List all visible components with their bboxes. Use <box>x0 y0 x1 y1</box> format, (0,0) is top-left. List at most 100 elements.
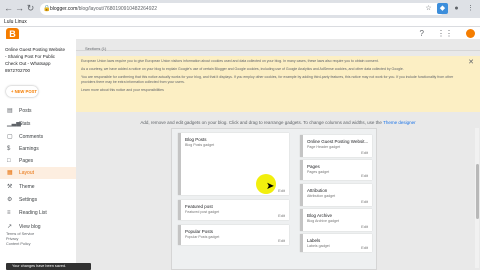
gadget-title: Attribution <box>307 188 328 193</box>
gadget-labels[interactable]: Labels Labels gadget Edit <box>300 234 372 252</box>
bookmark-item[interactable]: Lulu Linux <box>4 19 27 25</box>
gadget-title: Labels <box>307 238 321 243</box>
sidebar-item-label: Comments <box>19 134 44 140</box>
comments-icon: ▢ <box>7 134 13 140</box>
sidebar-item-reading-list[interactable]: ≡ Reading List <box>0 207 76 219</box>
cookie-text: European Union laws require you to give … <box>81 59 379 63</box>
new-post-button[interactable]: + NEW POST <box>6 86 38 97</box>
blog-title-line: Check Out - Whatsapp <box>5 61 51 66</box>
footer-link-content-policy[interactable]: Content Policy <box>6 242 30 246</box>
gadget-edit-link[interactable]: Edit <box>361 224 368 229</box>
reading-list-icon: ≡ <box>7 210 11 216</box>
posts-icon: ▤ <box>7 108 13 114</box>
gadget-title: Blog Posts <box>185 137 207 142</box>
scrollbar-thumb[interactable] <box>476 164 479 219</box>
back-icon[interactable]: ← <box>3 3 14 14</box>
new-post-label: NEW POST <box>14 89 37 94</box>
forward-icon[interactable]: → <box>14 3 25 14</box>
gadget-popular-posts[interactable]: Popular Posts Popular Posts gadget Edit <box>178 225 289 245</box>
gadget-title: Blog Archive <box>307 213 333 218</box>
gadget-edit-link[interactable]: Edit <box>278 188 285 193</box>
blog-title-line: - Sharing Post For Public <box>5 54 56 59</box>
gadget-online-guest-posting-websit[interactable]: Online Guest Posting Websit... Page Heade… <box>300 135 372 157</box>
bookmarks-bar: Lulu Linux <box>0 18 480 27</box>
menu-icon[interactable]: ⋮ <box>465 3 476 14</box>
gadget-title: Pages <box>307 164 320 169</box>
url-host: blogger.com <box>50 6 78 12</box>
cookie-notice: European Union laws require you to give … <box>76 56 480 112</box>
sidebar-item-label: View blog <box>19 224 41 230</box>
pages-icon: □ <box>7 158 11 164</box>
earnings-icon: $ <box>7 146 11 152</box>
avatar[interactable] <box>466 29 475 38</box>
close-icon[interactable]: ✕ <box>468 59 474 66</box>
address-bar[interactable]: 🔒 blogger.com/blog/layout/76801909104822… <box>40 3 445 15</box>
footer-link-terms[interactable]: Terms of Service <box>6 232 34 236</box>
sidebar-item-comments[interactable]: ▢ Comments <box>0 131 76 143</box>
layout-icon: ▦ <box>7 170 13 176</box>
sidebar-item-label: Theme <box>19 184 35 190</box>
settings-icon: ⚙ <box>7 197 13 203</box>
cookie-text: You are responsible for confirming that … <box>81 75 454 84</box>
sidebar-item-label: Pages <box>19 158 34 164</box>
help-icon[interactable]: ? <box>420 29 424 38</box>
main-header <box>76 39 480 51</box>
sidebar-item-label: Reading List <box>19 210 47 216</box>
footer-link-privacy[interactable]: Privacy <box>6 237 18 241</box>
gadget-subtitle: Page Header gadget <box>307 145 341 149</box>
url-path: /blog/layout/7680190910482264922 <box>77 6 158 12</box>
gadget-subtitle: Blog Archive gadget <box>307 219 339 223</box>
reload-icon[interactable]: ↻ <box>25 3 36 14</box>
browser-toolbar: ← → ↻ 🔒 blogger.com/blog/layout/76801909… <box>0 0 480 18</box>
lock-icon: 🔒 <box>43 6 51 12</box>
gadget-blog-archive[interactable]: Blog Archive Blog Archive gadget Edit <box>300 209 372 231</box>
stats-icon: ▁▃▅ <box>7 121 21 127</box>
gadget-subtitle: Pages gadget <box>307 170 330 174</box>
blog-selector[interactable]: Online Guest Posting Website - Sharing P… <box>5 46 73 74</box>
gadget-pages[interactable]: Pages Pages gadget Edit <box>300 160 372 180</box>
gadget-subtitle: Blog Posts gadget <box>185 143 215 147</box>
gadget-subtitle: Featured post gadget <box>185 210 220 214</box>
extension-icon[interactable]: ◆ <box>437 3 448 14</box>
sidebar-item-layout[interactable]: ▦ Layout <box>0 167 76 179</box>
gadget-subtitle: Labels gadget <box>307 244 330 248</box>
sidebar-item-label: Settings <box>19 197 38 203</box>
mouse-cursor-icon: ➤ <box>266 181 275 192</box>
sidebar-item-label: Posts <box>19 108 32 114</box>
theme-icon: ⚒ <box>7 184 13 190</box>
gadget-edit-link[interactable]: Edit <box>278 238 285 243</box>
gadget-subtitle: Popular Posts gadget <box>185 235 220 239</box>
gadget-title: Featured post <box>185 204 213 209</box>
sidebar-item-pages[interactable]: □ Pages <box>0 155 76 167</box>
sidebar-item-stats[interactable]: ▁▃▅ Stats <box>0 118 76 130</box>
gadget-title: Online Guest Posting Websit... <box>307 139 369 144</box>
layout-intro-text: Add, remove and edit gadgets on your blo… <box>140 120 384 125</box>
apps-icon[interactable]: ⋮⋮ <box>437 29 453 38</box>
layout-intro: Add, remove and edit gadgets on your blo… <box>76 120 480 125</box>
cookie-learn-more[interactable]: Learn more about this notice and your re… <box>81 88 466 93</box>
app-header <box>0 27 480 39</box>
sidebar-item-posts[interactable]: ▤ Posts <box>0 105 76 117</box>
snackbar: Your changes have been saved. <box>6 263 91 270</box>
gadget-title: Popular Posts <box>185 229 214 234</box>
cookie-text: As a courtesy, we have added a notice on… <box>81 67 404 71</box>
gadget-edit-link[interactable]: Edit <box>361 245 368 250</box>
sidebar-item-settings[interactable]: ⚙ Settings <box>0 194 76 206</box>
gadget-attribution[interactable]: Attribution Attribution gadget Edit <box>300 184 372 206</box>
gadget-edit-link[interactable]: Edit <box>361 150 368 155</box>
gadget-subtitle: Attribution gadget <box>307 194 336 198</box>
sidebar-item-theme[interactable]: ⚒ Theme <box>0 181 76 193</box>
sidebar-item-label: Layout <box>19 170 35 176</box>
sections-label[interactable]: Sections (1) <box>85 46 106 51</box>
theme-designer-link[interactable]: Theme designer <box>383 120 416 125</box>
blog-title-line: 8972702700 <box>5 68 31 73</box>
gadget-edit-link[interactable]: Edit <box>278 213 285 218</box>
blog-title-line: Online Guest Posting Website <box>5 47 65 52</box>
gadget-edit-link[interactable]: Edit <box>361 173 368 178</box>
profile-icon[interactable]: ● <box>451 3 462 14</box>
sidebar-item-label: Earnings <box>19 146 39 152</box>
sidebar-item-earnings[interactable]: $ Earnings <box>0 143 76 155</box>
gadget-featured-post[interactable]: Featured post Featured post gadget Edit <box>178 200 289 220</box>
gadget-edit-link[interactable]: Edit <box>361 199 368 204</box>
star-icon[interactable]: ☆ <box>423 3 434 14</box>
